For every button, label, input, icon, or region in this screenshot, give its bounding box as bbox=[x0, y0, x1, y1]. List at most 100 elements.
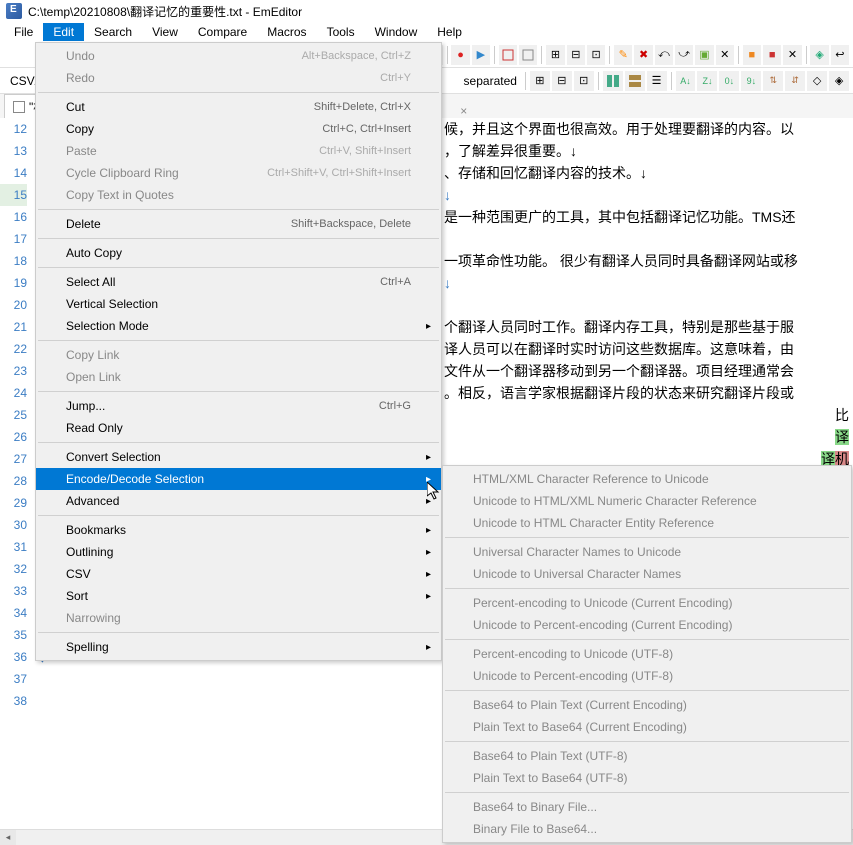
tool-sort-09[interactable]: 0↓ bbox=[719, 71, 739, 91]
line-number: 18 bbox=[0, 250, 27, 272]
submenu-unicode-to-ucn[interactable]: Unicode to Universal Character Names bbox=[443, 563, 851, 585]
menu-tools[interactable]: Tools bbox=[317, 23, 365, 41]
tool-btn[interactable]: ■ bbox=[743, 45, 761, 65]
tool-btn[interactable]: ☰ bbox=[647, 71, 667, 91]
submenu-unicode-to-html-entity[interactable]: Unicode to HTML Character Entity Referen… bbox=[443, 512, 851, 534]
tool-btn[interactable] bbox=[499, 45, 517, 65]
tool-sort[interactable]: ⇵ bbox=[785, 71, 805, 91]
line-number: 21 bbox=[0, 316, 27, 338]
menu-paste[interactable]: PasteCtrl+V, Shift+Insert bbox=[36, 140, 441, 162]
menu-read-only[interactable]: Read Only bbox=[36, 417, 441, 439]
line-number: 29 bbox=[0, 492, 27, 514]
tool-btn[interactable]: ◈ bbox=[810, 45, 828, 65]
line-number: 12 bbox=[0, 118, 27, 140]
scroll-left-button[interactable]: ◂ bbox=[0, 830, 16, 845]
line-number: 17 bbox=[0, 228, 27, 250]
menu-selection-mode[interactable]: Selection Mode▸ bbox=[36, 315, 441, 337]
tool-btn[interactable]: ⤻ bbox=[675, 45, 693, 65]
menu-sort[interactable]: Sort▸ bbox=[36, 585, 441, 607]
tool-btn[interactable]: ⊡ bbox=[587, 45, 605, 65]
submenu-binary-to-base64[interactable]: Binary File to Base64... bbox=[443, 818, 851, 840]
menu-copy-quotes[interactable]: Copy Text in Quotes bbox=[36, 184, 441, 206]
menu-cut[interactable]: CutShift+Delete, Ctrl+X bbox=[36, 96, 441, 118]
menu-edit[interactable]: Edit bbox=[43, 23, 84, 41]
tool-btn[interactable]: ↩ bbox=[831, 45, 849, 65]
submenu-percent-to-unicode-utf8[interactable]: Percent-encoding to Unicode (UTF-8) bbox=[443, 643, 851, 665]
line-number: 31 bbox=[0, 536, 27, 558]
tool-btn[interactable]: ✕ bbox=[783, 45, 801, 65]
submenu-text-to-base64-utf8[interactable]: Plain Text to Base64 (UTF-8) bbox=[443, 767, 851, 789]
submenu-ucn-to-unicode[interactable]: Universal Character Names to Unicode bbox=[443, 541, 851, 563]
menu-spelling[interactable]: Spelling▸ bbox=[36, 636, 441, 658]
tool-btn[interactable]: ◈ bbox=[829, 71, 849, 91]
menu-copy-link[interactable]: Copy Link bbox=[36, 344, 441, 366]
app-icon bbox=[6, 3, 22, 19]
menu-compare[interactable]: Compare bbox=[188, 23, 257, 41]
line-number: 33 bbox=[0, 580, 27, 602]
menu-cycle-clipboard[interactable]: Cycle Clipboard RingCtrl+Shift+V, Ctrl+S… bbox=[36, 162, 441, 184]
menu-convert-selection[interactable]: Convert Selection▸ bbox=[36, 446, 441, 468]
menu-select-all[interactable]: Select AllCtrl+A bbox=[36, 271, 441, 293]
menu-macros[interactable]: Macros bbox=[257, 23, 316, 41]
line-number: 14 bbox=[0, 162, 27, 184]
tool-btn[interactable]: ◇ bbox=[807, 71, 827, 91]
submenu-unicode-to-percent-utf8[interactable]: Unicode to Percent-encoding (UTF-8) bbox=[443, 665, 851, 687]
file-icon bbox=[13, 101, 25, 113]
tool-btn[interactable]: ⤺ bbox=[655, 45, 673, 65]
tool-sort-az[interactable]: A↓ bbox=[676, 71, 696, 91]
menu-jump[interactable]: Jump...Ctrl+G bbox=[36, 395, 441, 417]
tool-btn[interactable]: ▶ bbox=[472, 45, 490, 65]
tool-btn[interactable]: ▣ bbox=[695, 45, 713, 65]
submenu-html-to-unicode[interactable]: HTML/XML Character Reference to Unicode bbox=[443, 468, 851, 490]
menu-copy[interactable]: CopyCtrl+C, Ctrl+Insert bbox=[36, 118, 441, 140]
menu-delete[interactable]: DeleteShift+Backspace, Delete bbox=[36, 213, 441, 235]
menu-open-link[interactable]: Open Link bbox=[36, 366, 441, 388]
tool-btn[interactable]: ■ bbox=[763, 45, 781, 65]
menu-search[interactable]: Search bbox=[84, 23, 142, 41]
menu-encode-decode[interactable]: Encode/Decode Selection▸ bbox=[36, 468, 441, 490]
tool-btn[interactable]: ⊡ bbox=[574, 71, 594, 91]
menu-redo[interactable]: RedoCtrl+Y bbox=[36, 67, 441, 89]
tab-close-icon[interactable]: × bbox=[460, 104, 467, 118]
tool-btn[interactable]: ✕ bbox=[716, 45, 734, 65]
submenu-unicode-to-html-numeric[interactable]: Unicode to HTML/XML Numeric Character Re… bbox=[443, 490, 851, 512]
line-number: 20 bbox=[0, 294, 27, 316]
tool-sort-za[interactable]: Z↓ bbox=[697, 71, 717, 91]
tool-btn[interactable] bbox=[519, 45, 537, 65]
tool-btn[interactable] bbox=[625, 71, 645, 91]
tool-btn[interactable] bbox=[603, 71, 623, 91]
menu-help[interactable]: Help bbox=[427, 23, 472, 41]
menu-narrowing[interactable]: Narrowing bbox=[36, 607, 441, 629]
tool-btn[interactable]: ⊞ bbox=[530, 71, 550, 91]
submenu-text-to-base64-current[interactable]: Plain Text to Base64 (Current Encoding) bbox=[443, 716, 851, 738]
menu-outlining[interactable]: Outlining▸ bbox=[36, 541, 441, 563]
line-number: 25 bbox=[0, 404, 27, 426]
menu-window[interactable]: Window bbox=[365, 23, 428, 41]
tool-sort-90[interactable]: 9↓ bbox=[741, 71, 761, 91]
separated-label[interactable]: separated bbox=[460, 74, 521, 88]
line-number: 22 bbox=[0, 338, 27, 360]
tool-btn[interactable]: ● bbox=[451, 45, 469, 65]
tool-btn[interactable]: ✎ bbox=[614, 45, 632, 65]
submenu-unicode-to-percent-current[interactable]: Unicode to Percent-encoding (Current Enc… bbox=[443, 614, 851, 636]
submenu-percent-to-unicode-current[interactable]: Percent-encoding to Unicode (Current Enc… bbox=[443, 592, 851, 614]
menu-view[interactable]: View bbox=[142, 23, 188, 41]
line-number: 26 bbox=[0, 426, 27, 448]
tool-btn[interactable]: ⊟ bbox=[552, 71, 572, 91]
tool-btn[interactable]: ⊞ bbox=[546, 45, 564, 65]
menu-advanced[interactable]: Advanced▸ bbox=[36, 490, 441, 512]
menu-vertical-selection[interactable]: Vertical Selection bbox=[36, 293, 441, 315]
submenu-base64-to-binary[interactable]: Base64 to Binary File... bbox=[443, 796, 851, 818]
submenu-base64-to-text-utf8[interactable]: Base64 to Plain Text (UTF-8) bbox=[443, 745, 851, 767]
tool-btn[interactable]: ⊟ bbox=[567, 45, 585, 65]
menu-csv[interactable]: CSV▸ bbox=[36, 563, 441, 585]
menu-undo[interactable]: UndoAlt+Backspace, Ctrl+Z bbox=[36, 45, 441, 67]
tool-btn[interactable]: ✖ bbox=[634, 45, 652, 65]
menu-bookmarks[interactable]: Bookmarks▸ bbox=[36, 519, 441, 541]
submenu-base64-to-text-current[interactable]: Base64 to Plain Text (Current Encoding) bbox=[443, 694, 851, 716]
edit-dropdown-menu: UndoAlt+Backspace, Ctrl+Z RedoCtrl+Y Cut… bbox=[35, 42, 442, 661]
tool-sort-len[interactable]: ⇅ bbox=[763, 71, 783, 91]
menu-auto-copy[interactable]: Auto Copy bbox=[36, 242, 441, 264]
menu-file[interactable]: File bbox=[4, 23, 43, 41]
title-bar: C:\temp\20210808\翻译记忆的重要性.txt - EmEditor bbox=[0, 0, 853, 22]
